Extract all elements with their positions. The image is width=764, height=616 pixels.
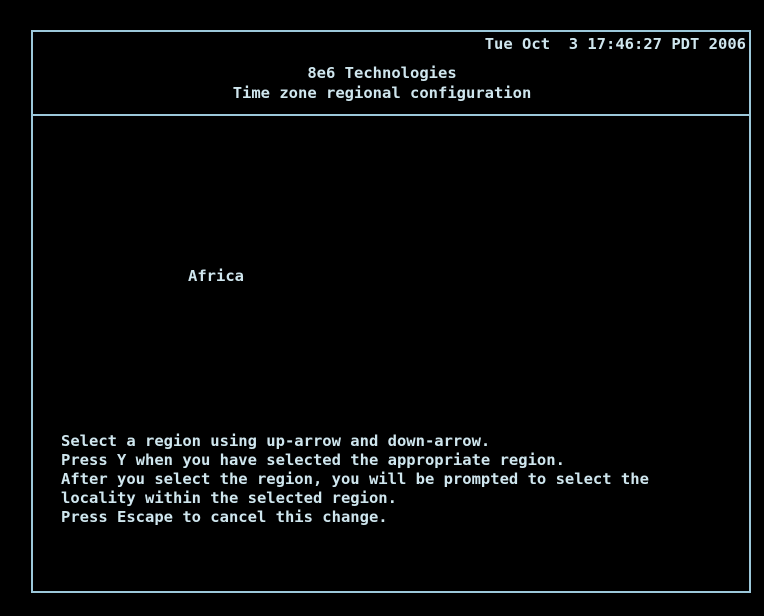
region-list[interactable]: Africa <box>188 267 244 286</box>
instruction-line: Press Escape to cancel this change. <box>61 508 388 526</box>
region-option-selected[interactable]: Africa <box>188 267 244 286</box>
company-name: 8e6 Technologies <box>307 64 457 82</box>
instruction-line: Select a region using up-arrow and down-… <box>61 432 491 450</box>
system-datetime: Tue Oct 3 17:46:27 PDT 2006 <box>484 35 746 53</box>
instructions-block: Select a region using up-arrow and down-… <box>61 432 649 527</box>
instruction-line: After you select the region, you will be… <box>61 470 649 488</box>
terminal-screen: Tue Oct 3 17:46:27 PDT 2006 8e6 Technolo… <box>0 0 764 616</box>
page-title: Time zone regional configuration <box>232 84 532 102</box>
instruction-line: locality within the selected region. <box>61 489 397 507</box>
instruction-line: Press Y when you have selected the appro… <box>61 451 565 469</box>
header-divider <box>31 114 751 116</box>
